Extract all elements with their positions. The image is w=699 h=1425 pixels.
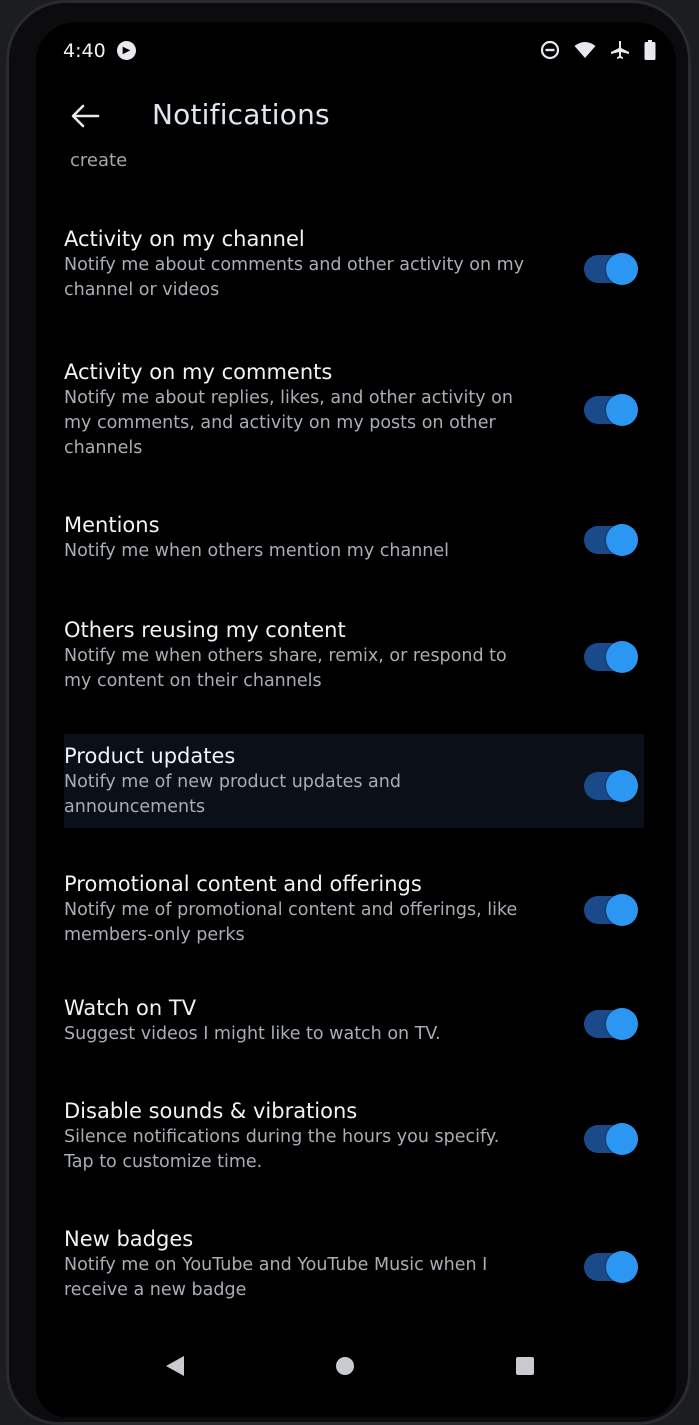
- toggle-knob: [606, 524, 638, 556]
- toggle-switch[interactable]: [584, 770, 638, 802]
- setting-disable-sounds-and-vibrations[interactable]: Disable sounds & vibrations Silence noti…: [64, 1097, 644, 1175]
- recents-square-icon: [516, 1357, 534, 1375]
- setting-description: Notify me of new product updates and ann…: [64, 772, 401, 817]
- toggle-switch[interactable]: [584, 1251, 638, 1283]
- toggle-switch[interactable]: [584, 894, 638, 926]
- back-triangle-icon: [166, 1356, 184, 1376]
- setting-description: Suggest videos I might like to watch on …: [64, 1024, 441, 1044]
- setting-label: Disable sounds & vibrations: [64, 1099, 358, 1123]
- toggle-knob: [606, 1008, 638, 1040]
- nav-back-button[interactable]: [160, 1351, 190, 1381]
- nav-home-button[interactable]: [330, 1351, 360, 1381]
- setting-label: Activity on my channel: [64, 227, 305, 251]
- setting-activity-on-my-comments[interactable]: Activity on my comments Notify me about …: [64, 358, 644, 461]
- setting-new-badges[interactable]: New badges Notify me on YouTube and YouT…: [64, 1225, 644, 1303]
- setting-description: Notify me when others share, remix, or r…: [64, 646, 507, 691]
- wifi-icon: [574, 42, 596, 58]
- setting-label: Promotional content and offerings: [64, 872, 422, 896]
- setting-promotional-content-and-offerings[interactable]: Promotional content and offerings Notify…: [64, 870, 644, 948]
- setting-description: Silence notifications during the hours y…: [64, 1127, 500, 1172]
- toggle-switch[interactable]: [584, 1123, 638, 1155]
- setting-watch-on-tv[interactable]: Watch on TV Suggest videos I might like …: [64, 994, 644, 1047]
- setting-product-updates[interactable]: Product updates Notify me of new product…: [64, 734, 644, 828]
- toggle-knob: [606, 641, 638, 673]
- toggle-knob: [606, 1251, 638, 1283]
- page-title: Notifications: [152, 98, 330, 131]
- setting-label: Others reusing my content: [64, 618, 346, 642]
- top-app-bar: Notifications: [36, 92, 676, 140]
- setting-description: Notify me when others mention my channel: [64, 541, 449, 561]
- setting-description: Notify me of promotional content and off…: [64, 900, 518, 945]
- toggle-knob: [606, 770, 638, 802]
- setting-label: New badges: [64, 1227, 194, 1251]
- setting-label: Product updates: [64, 744, 236, 768]
- toggle-knob: [606, 253, 638, 285]
- toggle-switch[interactable]: [584, 524, 638, 556]
- toggle-switch[interactable]: [584, 641, 638, 673]
- status-time: 4:40: [63, 40, 106, 62]
- setting-label: Mentions: [64, 513, 160, 537]
- toggle-switch[interactable]: [584, 1008, 638, 1040]
- toggle-switch[interactable]: [584, 394, 638, 426]
- setting-label: Watch on TV: [64, 996, 197, 1020]
- status-icons: [540, 40, 656, 60]
- arrow-back-icon: [71, 104, 100, 128]
- setting-others-reusing-my-content[interactable]: Others reusing my content Notify me when…: [64, 616, 644, 694]
- toggle-knob: [606, 1123, 638, 1155]
- setting-description: Notify me about replies, likes, and othe…: [64, 388, 513, 458]
- system-navigation-bar: [36, 1317, 676, 1417]
- status-bar: 4:40 ▶: [36, 22, 676, 78]
- back-button[interactable]: [66, 98, 104, 134]
- phone-frame: 4:40 ▶ Notifications create Activity on …: [6, 0, 691, 1425]
- toggle-knob: [606, 894, 638, 926]
- toggle-switch[interactable]: [584, 253, 638, 285]
- setting-label: Activity on my comments: [64, 360, 333, 384]
- nav-recents-button[interactable]: [510, 1351, 540, 1381]
- home-circle-icon: [336, 1357, 354, 1375]
- youtube-icon: ▶: [117, 41, 136, 60]
- setting-description: Notify me about comments and other activ…: [64, 255, 525, 300]
- setting-description: Notify me on YouTube and YouTube Music w…: [64, 1255, 488, 1300]
- screen: 4:40 ▶ Notifications create Activity on …: [36, 22, 676, 1417]
- setting-activity-on-my-channel[interactable]: Activity on my channel Notify me about c…: [64, 225, 644, 303]
- toggle-knob: [606, 394, 638, 426]
- setting-mentions[interactable]: Mentions Notify me when others mention m…: [64, 511, 644, 564]
- battery-icon: [644, 40, 656, 60]
- airplane-mode-icon: [611, 41, 629, 59]
- section-subtitle: create: [70, 150, 128, 171]
- do-not-disturb-icon: [540, 40, 560, 60]
